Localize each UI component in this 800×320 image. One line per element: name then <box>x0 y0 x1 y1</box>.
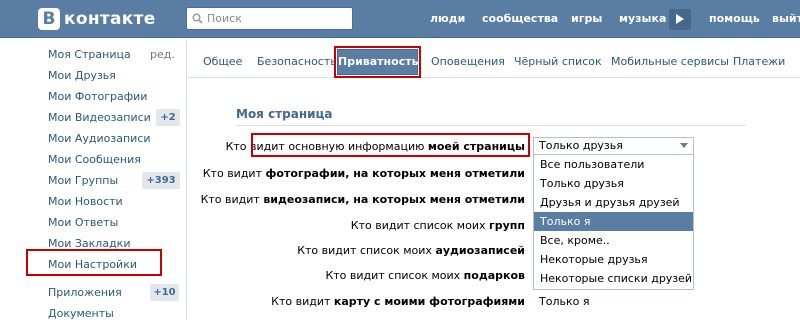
vk-logo[interactable]: В контакте <box>38 7 156 31</box>
privacy-row-label: Кто видит фотографии, на которых меня от… <box>202 167 525 180</box>
privacy-row-label: Кто видит видеозаписи, на которых меня о… <box>200 193 525 206</box>
dropdown-arrow-icon[interactable] <box>680 143 688 148</box>
sidebar-item-documents[interactable]: Документы <box>48 307 114 320</box>
apps-count-badge[interactable]: +10 <box>150 284 179 301</box>
sidebar-item-apps[interactable]: Приложения <box>48 286 122 299</box>
sidebar-item-photos[interactable]: Мои Фотографии <box>48 90 147 103</box>
search-input[interactable] <box>207 10 347 27</box>
music-play-button[interactable] <box>669 9 691 30</box>
privacy-row-label: Кто видит список моих аудиозаписей <box>297 244 525 257</box>
privacy-row-label: Кто видит карту с моими фотографиями <box>271 295 525 308</box>
top-header: В контакте люди сообщества игры музыка п… <box>0 0 800 38</box>
privacy-select[interactable]: Только друзья <box>533 137 694 155</box>
tab-blacklist[interactable]: Чёрный список <box>514 55 602 68</box>
logo-text: контакте <box>64 9 156 29</box>
privacy-row-label: Кто видит список моих подарков <box>325 269 525 282</box>
section-title: Моя страница <box>236 107 333 121</box>
sidebar-item-news[interactable]: Мои Новости <box>48 195 123 208</box>
nav-music[interactable]: музыка <box>619 12 666 25</box>
privacy-tab-annotation-box <box>334 46 421 78</box>
sidebar-item-my-page[interactable]: Моя Страница <box>48 48 131 61</box>
nav-logout[interactable]: выйт <box>772 12 800 25</box>
tab-payments[interactable]: Платежи <box>733 55 785 68</box>
dropdown-option-highlighted[interactable]: Только я <box>534 212 693 231</box>
dropdown-option[interactable]: Все пользователи <box>534 155 693 174</box>
sidebar-item-audio[interactable]: Мои Аудиозаписи <box>48 132 151 145</box>
map-privacy-value[interactable]: Только я <box>539 295 589 308</box>
tab-general[interactable]: Общее <box>203 55 242 68</box>
logo-letter: В <box>38 8 60 30</box>
search-icon <box>192 13 203 24</box>
videos-count-badge[interactable]: +2 <box>156 109 180 126</box>
sidebar-item-friends[interactable]: Мои Друзья <box>48 69 116 82</box>
nav-help[interactable]: помощь <box>709 12 760 25</box>
nav-people[interactable]: люди <box>430 12 465 25</box>
sidebar-item-messages[interactable]: Мои Сообщения <box>48 153 141 166</box>
dropdown-option[interactable]: Все, кроме.. <box>534 231 693 250</box>
section-divider <box>236 125 746 126</box>
dropdown-option[interactable]: Друзья и друзья друзей <box>534 193 693 212</box>
nav-communities[interactable]: сообщества <box>482 12 558 25</box>
privacy-row-label: Кто видит список моих групп <box>350 219 525 232</box>
sidebar-edit-link[interactable]: ред. <box>150 48 175 61</box>
groups-count-badge[interactable]: +393 <box>142 172 180 189</box>
settings-annotation-box <box>26 249 162 276</box>
dropdown-option[interactable]: Некоторые списки друзей <box>534 269 693 288</box>
dropdown-option[interactable]: Некоторые друзья <box>534 250 693 269</box>
privacy-dropdown-list: Все пользователи Только друзья Друзья и … <box>533 155 694 290</box>
tab-security[interactable]: Безопасность <box>257 55 337 68</box>
row-annotation-box <box>251 133 530 157</box>
dropdown-option[interactable]: Только друзья <box>534 174 693 193</box>
select-value: Только друзья <box>539 139 623 152</box>
search-box[interactable] <box>186 7 353 30</box>
tab-notifications[interactable]: Оповещения <box>431 55 505 68</box>
sidebar-item-answers[interactable]: Мои Ответы <box>48 216 118 229</box>
nav-games[interactable]: игры <box>571 12 602 25</box>
tab-mobile-services[interactable]: Мобильные сервисы <box>611 55 729 68</box>
sidebar-item-videos[interactable]: Мои Видеозаписи <box>48 111 151 124</box>
sidebar-item-groups[interactable]: Мои Группы <box>48 174 118 187</box>
play-icon <box>676 14 684 24</box>
